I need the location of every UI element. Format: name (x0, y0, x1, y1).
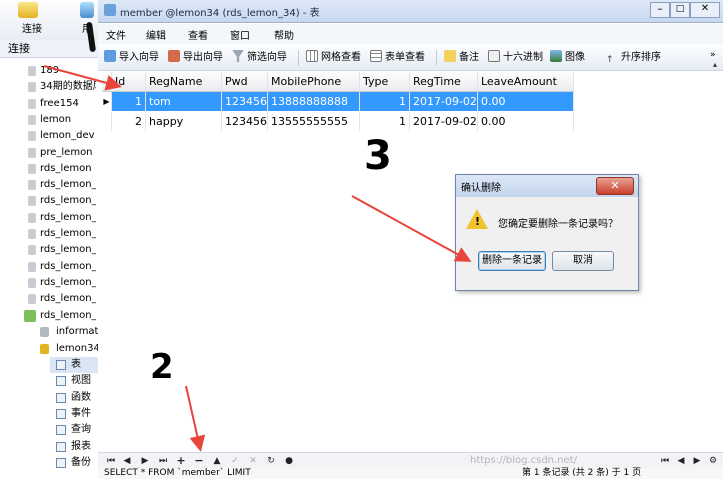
annotation-mark-2: 2 (150, 347, 174, 387)
annotation-arrow-to-delete (185, 385, 206, 452)
annotation-arrow-to-confirm (351, 195, 472, 262)
annotation-layer (43, 65, 472, 452)
annotation-mark-3: 3 (364, 133, 392, 179)
annotation-arrow-to-row (43, 65, 122, 91)
